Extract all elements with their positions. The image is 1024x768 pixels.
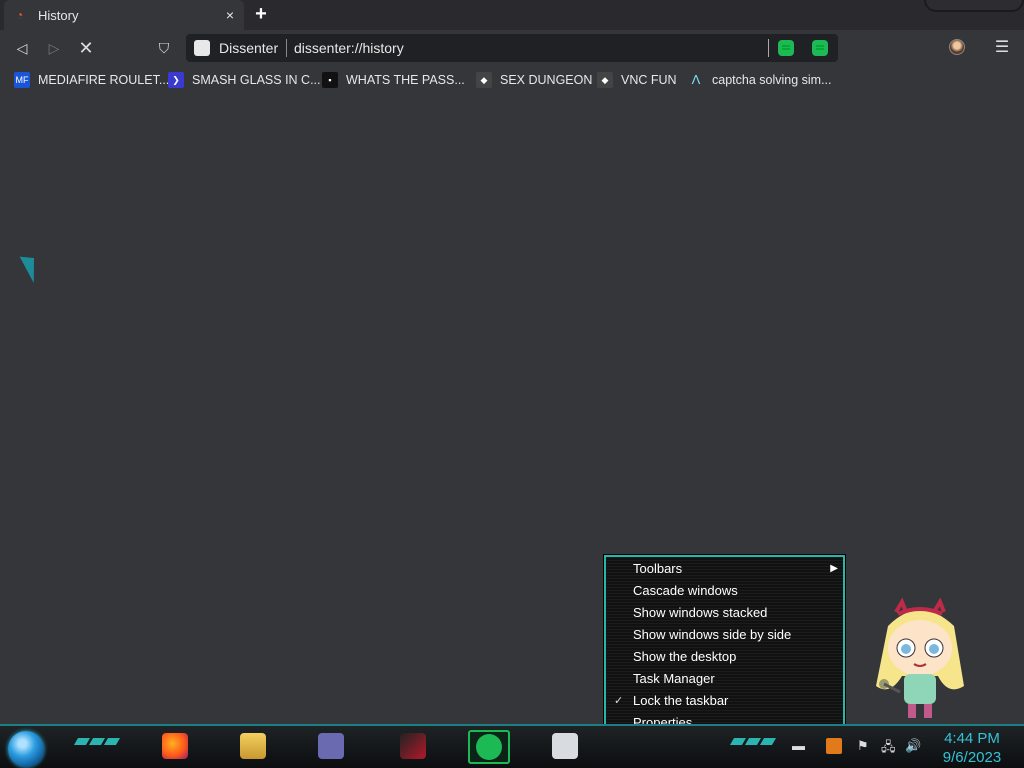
checkmark-icon: ✓ [614,695,624,707]
menu-item-show-windows-stacked[interactable]: Show windows stacked [606,602,843,624]
bookmark-label: VNC FUN [621,73,677,87]
taskbar-app-window[interactable] [310,730,352,764]
bookmark-item[interactable]: ◆ VNC FUN [597,71,677,89]
menu-item-label: Toolbars [633,561,683,576]
window-frame-decoration [924,0,1024,12]
cube-icon: ◆ [476,72,492,88]
bookmark-item[interactable]: Λ captcha solving sim... [688,71,832,89]
mascot-character-image [876,597,964,718]
menu-item-label: Cascade windows [633,583,738,598]
bookmark-label: captcha solving sim... [712,73,832,87]
bookmark-label: SMASH GLASS IN C... [192,73,321,87]
menu-item-label: Task Manager [633,671,715,686]
red-app-icon [400,733,426,759]
taskbar-context-menu: Toolbars ▶ Cascade windows Show windows … [604,555,845,733]
menu-item-label: Show windows stacked [633,605,768,620]
menu-item-label: Show windows side by side [633,627,792,642]
show-hidden-icons[interactable]: ▬ [792,738,805,753]
clock-time: 4:44 PM [944,730,1000,747]
menu-item-cascade-windows[interactable]: Cascade windows [606,580,843,602]
menu-item-label: Lock the taskbar [633,693,729,708]
site-info-icon[interactable] [194,40,210,56]
taskbar-app-notepad[interactable] [544,730,586,764]
cube-icon: ◆ [597,72,613,88]
tab-strip: ◔ History × + [0,0,1024,30]
back-button[interactable]: ◁ [11,37,33,59]
taskbar-app-dissenter[interactable] [468,730,510,764]
flag-icon[interactable]: ⚑ [857,738,869,754]
clock-date: 9/6/2023 [942,749,1002,766]
taskbar-decoration [73,738,121,748]
menu-item-show-windows-side-by-side[interactable]: Show windows side by side [606,624,843,646]
a-logo-icon: Λ [691,72,701,87]
chevron-icon: ❯ [168,72,184,88]
tab-close-icon[interactable]: × [222,7,238,23]
taskbar: ▬ ⚑ 🖧 🔊 4:44 PM 9/6/2023 [0,724,1024,768]
taskbar-app-firefox[interactable] [154,730,196,764]
window-icon [318,733,344,759]
menu-item-show-desktop[interactable]: Show the desktop [606,646,843,668]
folder-icon [240,733,266,759]
menu-item-task-manager[interactable]: Task Manager [606,668,843,690]
bookmark-label: MEDIAFIRE ROULET... [38,73,170,87]
tab-title: History [38,7,79,23]
bookmark-item[interactable]: ▪ WHATS THE PASS... [322,71,465,89]
url-text[interactable]: dissenter://history [294,40,404,56]
bookmark-label: WHATS THE PASS... [346,73,465,87]
system-clock[interactable]: 4:44 PM 9/6/2023 [930,729,1014,767]
bookmark-item[interactable]: ❯ SMASH GLASS IN C... [168,71,321,89]
browser-menu-button[interactable]: ☰ [994,37,1010,59]
address-bar[interactable]: Dissenter dissenter://history [186,34,838,62]
network-icon[interactable]: 🖧 [881,738,896,760]
profile-avatar[interactable] [949,39,965,55]
history-favicon-icon: ◔ [16,8,24,22]
mediafire-icon: MF [14,72,30,88]
bookmark-label: SEX DUNGEON [500,73,593,87]
forward-button[interactable]: ▷ [43,37,65,59]
tray-app-icon[interactable] [826,738,842,754]
site-name: Dissenter [219,40,279,56]
volume-icon[interactable]: 🔊 [905,738,921,754]
bookmark-item[interactable]: ◆ SEX DUNGEON [476,71,592,89]
tab-history[interactable]: ◔ History × [4,0,244,30]
menu-item-lock-taskbar[interactable]: ✓ Lock the taskbar [606,690,843,712]
dissenter-extension-icon[interactable] [778,40,794,56]
taskbar-app-red[interactable] [392,730,434,764]
dissenter-comments-icon[interactable] [812,40,828,56]
start-button[interactable] [8,731,44,767]
lock-icon: ▪ [322,72,338,88]
submenu-arrow-icon: ▶ [830,563,838,574]
new-tab-button[interactable]: + [250,4,272,26]
bookmarks-bar: MF MEDIAFIRE ROULET... ❯ SMASH GLASS IN … [0,66,1024,94]
bookmark-icon[interactable]: ⛉ [153,37,175,59]
browser-toolbar: ◁ ▷ ✕ ⛉ Dissenter dissenter://history ☰ [0,30,1024,66]
divider [286,39,287,57]
notepad-icon [552,733,578,759]
divider [768,39,769,57]
stop-loading-button[interactable]: ✕ [75,37,97,59]
menu-item-label: Show the desktop [633,649,737,664]
dissenter-icon [476,734,502,760]
menu-item-toolbars[interactable]: Toolbars ▶ [606,558,843,580]
taskbar-decoration [729,738,777,748]
bookmark-item[interactable]: MF MEDIAFIRE ROULET... [14,71,169,89]
taskbar-app-file-explorer[interactable] [232,730,274,764]
firefox-icon [162,733,188,759]
